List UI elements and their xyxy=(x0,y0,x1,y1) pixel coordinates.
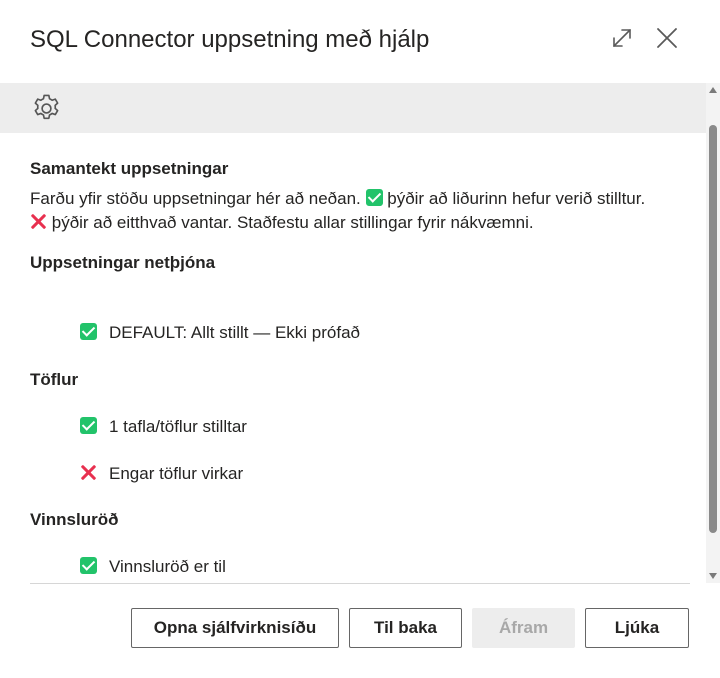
check-icon xyxy=(365,189,383,206)
check-icon xyxy=(80,417,97,434)
summary-line1-legend: þýðir að liðurinn hefur verið stilltur. xyxy=(387,189,646,208)
tables-heading: Töflur xyxy=(30,370,79,389)
setup-dialog: SQL Connector uppsetning með hjálp Saman… xyxy=(0,0,720,678)
gear-icon[interactable] xyxy=(30,92,63,125)
list-item: 1 tafla/töflur stilltar xyxy=(80,415,247,439)
list-item-text: Vinnsluröð er til xyxy=(109,557,226,576)
summary-content: Samantekt uppsetningar Farðu yfir stöðu … xyxy=(0,133,706,583)
summary-heading: Samantekt uppsetningar xyxy=(30,159,229,178)
summary-line1-text: Farðu yfir stöðu uppsetningar hér að neð… xyxy=(30,189,361,208)
expand-icon[interactable] xyxy=(610,26,634,50)
check-icon xyxy=(80,557,97,574)
footer-divider xyxy=(30,583,690,584)
dialog-title: SQL Connector uppsetning með hjálp xyxy=(30,26,430,53)
check-icon xyxy=(80,323,97,340)
cross-icon xyxy=(80,464,97,481)
scroll-up-arrow-icon[interactable] xyxy=(709,87,717,93)
settings-bar xyxy=(0,83,706,133)
list-item-text: DEFAULT: Allt stillt — Ekki prófað xyxy=(109,323,360,342)
open-automation-button[interactable]: Opna sjálfvirknisíðu xyxy=(131,608,339,648)
servers-heading: Uppsetningar netþjóna xyxy=(30,253,216,272)
next-button[interactable]: Áfram xyxy=(472,608,575,648)
processing-heading: Vinnsluröð xyxy=(30,510,119,529)
summary-line2-legend: þýðir að eitthvað vantar. Staðfestu alla… xyxy=(51,213,534,232)
back-button[interactable]: Til baka xyxy=(349,608,462,648)
list-item-text: 1 tafla/töflur stilltar xyxy=(109,417,247,436)
list-item: Vinnsluröð er til xyxy=(80,555,226,579)
finish-button[interactable]: Ljúka xyxy=(585,608,689,648)
scroll-down-arrow-icon[interactable] xyxy=(709,573,717,579)
list-item: DEFAULT: Allt stillt — Ekki prófað xyxy=(80,321,360,345)
scrollbar[interactable] xyxy=(706,83,720,583)
close-icon[interactable] xyxy=(655,26,679,50)
cross-icon xyxy=(30,213,47,230)
summary-description: Farðu yfir stöðu uppsetningar hér að neð… xyxy=(30,187,690,235)
list-item: Engar töflur virkar xyxy=(80,462,243,486)
list-item-text: Engar töflur virkar xyxy=(109,464,244,483)
scrollbar-thumb[interactable] xyxy=(709,125,717,533)
